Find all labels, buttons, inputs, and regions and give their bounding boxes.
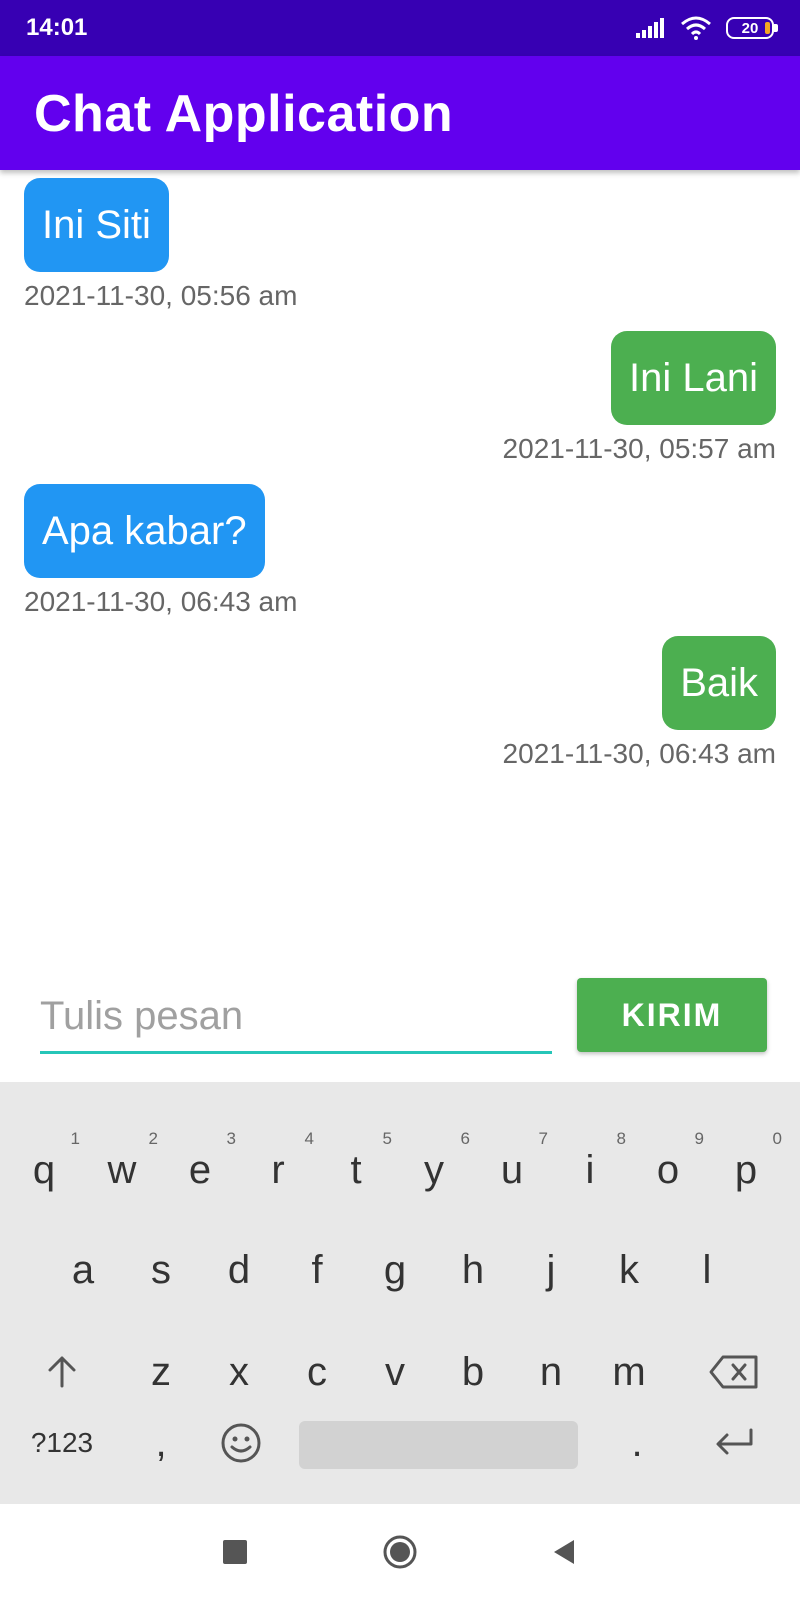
key-v[interactable]: v — [365, 1337, 425, 1407]
key-o[interactable]: o9 — [638, 1129, 704, 1205]
navigation-bar — [0, 1504, 800, 1600]
key-number: 6 — [460, 1129, 470, 1148]
shift-icon — [48, 1356, 76, 1388]
key-i[interactable]: i8 — [560, 1129, 626, 1205]
message-input[interactable]: Tulis pesan — [40, 970, 552, 1054]
key-k[interactable]: k — [599, 1235, 659, 1305]
key-g[interactable]: g — [365, 1235, 425, 1305]
space-key[interactable] — [299, 1421, 578, 1469]
key-e[interactable]: e3 — [170, 1129, 236, 1205]
key-label: r — [271, 1148, 285, 1192]
key-f[interactable]: f — [287, 1235, 347, 1305]
key-m[interactable]: m — [599, 1337, 659, 1407]
message-input-placeholder: Tulis pesan — [40, 994, 244, 1038]
enter-icon — [716, 1428, 753, 1455]
message-bubble-incoming[interactable]: Apa kabar? — [24, 484, 265, 578]
message-bubble-outgoing[interactable]: Ini Lani — [611, 331, 776, 425]
message-timestamp: 2021-11-30, 06:43 am — [24, 586, 298, 617]
key-label: y — [424, 1148, 444, 1192]
key-z[interactable]: z — [131, 1337, 191, 1407]
key-q[interactable]: q1 — [14, 1129, 80, 1205]
key-number: 2 — [148, 1129, 158, 1148]
key-number: 1 — [70, 1129, 80, 1148]
emoji-key[interactable] — [211, 1408, 271, 1478]
key-label: i — [585, 1148, 595, 1192]
status-icons: 20 — [636, 12, 778, 44]
message-item: Apa kabar? 2021-11-30, 06:43 am — [24, 484, 297, 618]
back-icon — [554, 1540, 574, 1564]
signal-icon — [636, 18, 664, 38]
enter-key[interactable] — [702, 1408, 766, 1478]
key-w[interactable]: w2 — [92, 1129, 158, 1205]
key-h[interactable]: h — [443, 1235, 503, 1305]
key-t[interactable]: t5 — [326, 1129, 392, 1205]
app-bar: Chat Application — [0, 56, 800, 170]
battery-level: 20 — [741, 19, 759, 37]
emoji-icon — [221, 1423, 261, 1463]
key-number: 4 — [304, 1129, 314, 1148]
symbols-key[interactable]: ?123 — [22, 1408, 102, 1478]
home-button[interactable] — [382, 1534, 418, 1570]
key-l[interactable]: l — [677, 1235, 737, 1305]
backspace-key[interactable] — [702, 1337, 766, 1407]
key-label: t — [350, 1148, 362, 1192]
key-p[interactable]: p0 — [716, 1129, 782, 1205]
message-timestamp: 2021-11-30, 05:57 am — [502, 433, 776, 464]
soft-keyboard: q1 w2 e3 r4 t5 y6 u7 i8 o9 p0 a s d f g … — [0, 1082, 800, 1504]
message-item: Ini Lani 2021-11-30, 05:57 am — [503, 331, 776, 465]
message-bubble-incoming[interactable]: Ini Siti — [24, 178, 169, 272]
key-d[interactable]: d — [209, 1235, 269, 1305]
message-bubble-outgoing[interactable]: Baik — [662, 636, 776, 730]
key-number: 0 — [772, 1129, 782, 1148]
key-number: 5 — [382, 1129, 392, 1148]
battery-icon: 20 — [726, 17, 778, 39]
key-x[interactable]: x — [209, 1337, 269, 1407]
status-bar: 14:01 20 — [0, 0, 800, 56]
key-label: q — [32, 1148, 56, 1192]
key-number: 8 — [616, 1129, 626, 1148]
wifi-icon — [681, 16, 711, 40]
comma-key[interactable]: , — [131, 1408, 191, 1478]
key-n[interactable]: n — [521, 1337, 581, 1407]
key-label: u — [500, 1148, 524, 1192]
message-item: Baik 2021-11-30, 06:43 am — [503, 636, 776, 770]
input-underline — [40, 1051, 552, 1054]
key-y[interactable]: y6 — [404, 1129, 470, 1205]
send-button[interactable]: KIRIM — [577, 978, 767, 1052]
key-label: w — [107, 1148, 137, 1192]
key-j[interactable]: j — [521, 1235, 581, 1305]
key-label: e — [188, 1148, 212, 1192]
key-s[interactable]: s — [131, 1235, 191, 1305]
message-item: Ini Siti 2021-11-30, 05:56 am — [24, 178, 297, 312]
key-c[interactable]: c — [287, 1337, 347, 1407]
home-icon — [383, 1535, 417, 1569]
key-label: p — [734, 1148, 758, 1192]
recent-apps-button[interactable] — [223, 1540, 247, 1564]
message-timestamp: 2021-11-30, 05:56 am — [24, 280, 298, 311]
key-number: 3 — [226, 1129, 236, 1148]
key-u[interactable]: u7 — [482, 1129, 548, 1205]
app-title: Chat Application — [34, 85, 454, 143]
key-number: 9 — [694, 1129, 704, 1148]
shift-key[interactable] — [32, 1337, 92, 1407]
backspace-icon — [709, 1355, 758, 1389]
key-r[interactable]: r4 — [248, 1129, 314, 1205]
key-a[interactable]: a — [53, 1235, 113, 1305]
status-time: 14:01 — [26, 14, 88, 41]
back-button[interactable] — [550, 1538, 578, 1566]
key-b[interactable]: b — [443, 1337, 503, 1407]
key-label: o — [656, 1148, 680, 1192]
period-key[interactable]: . — [607, 1408, 667, 1478]
message-timestamp: 2021-11-30, 06:43 am — [502, 738, 776, 769]
key-number: 7 — [538, 1129, 548, 1148]
